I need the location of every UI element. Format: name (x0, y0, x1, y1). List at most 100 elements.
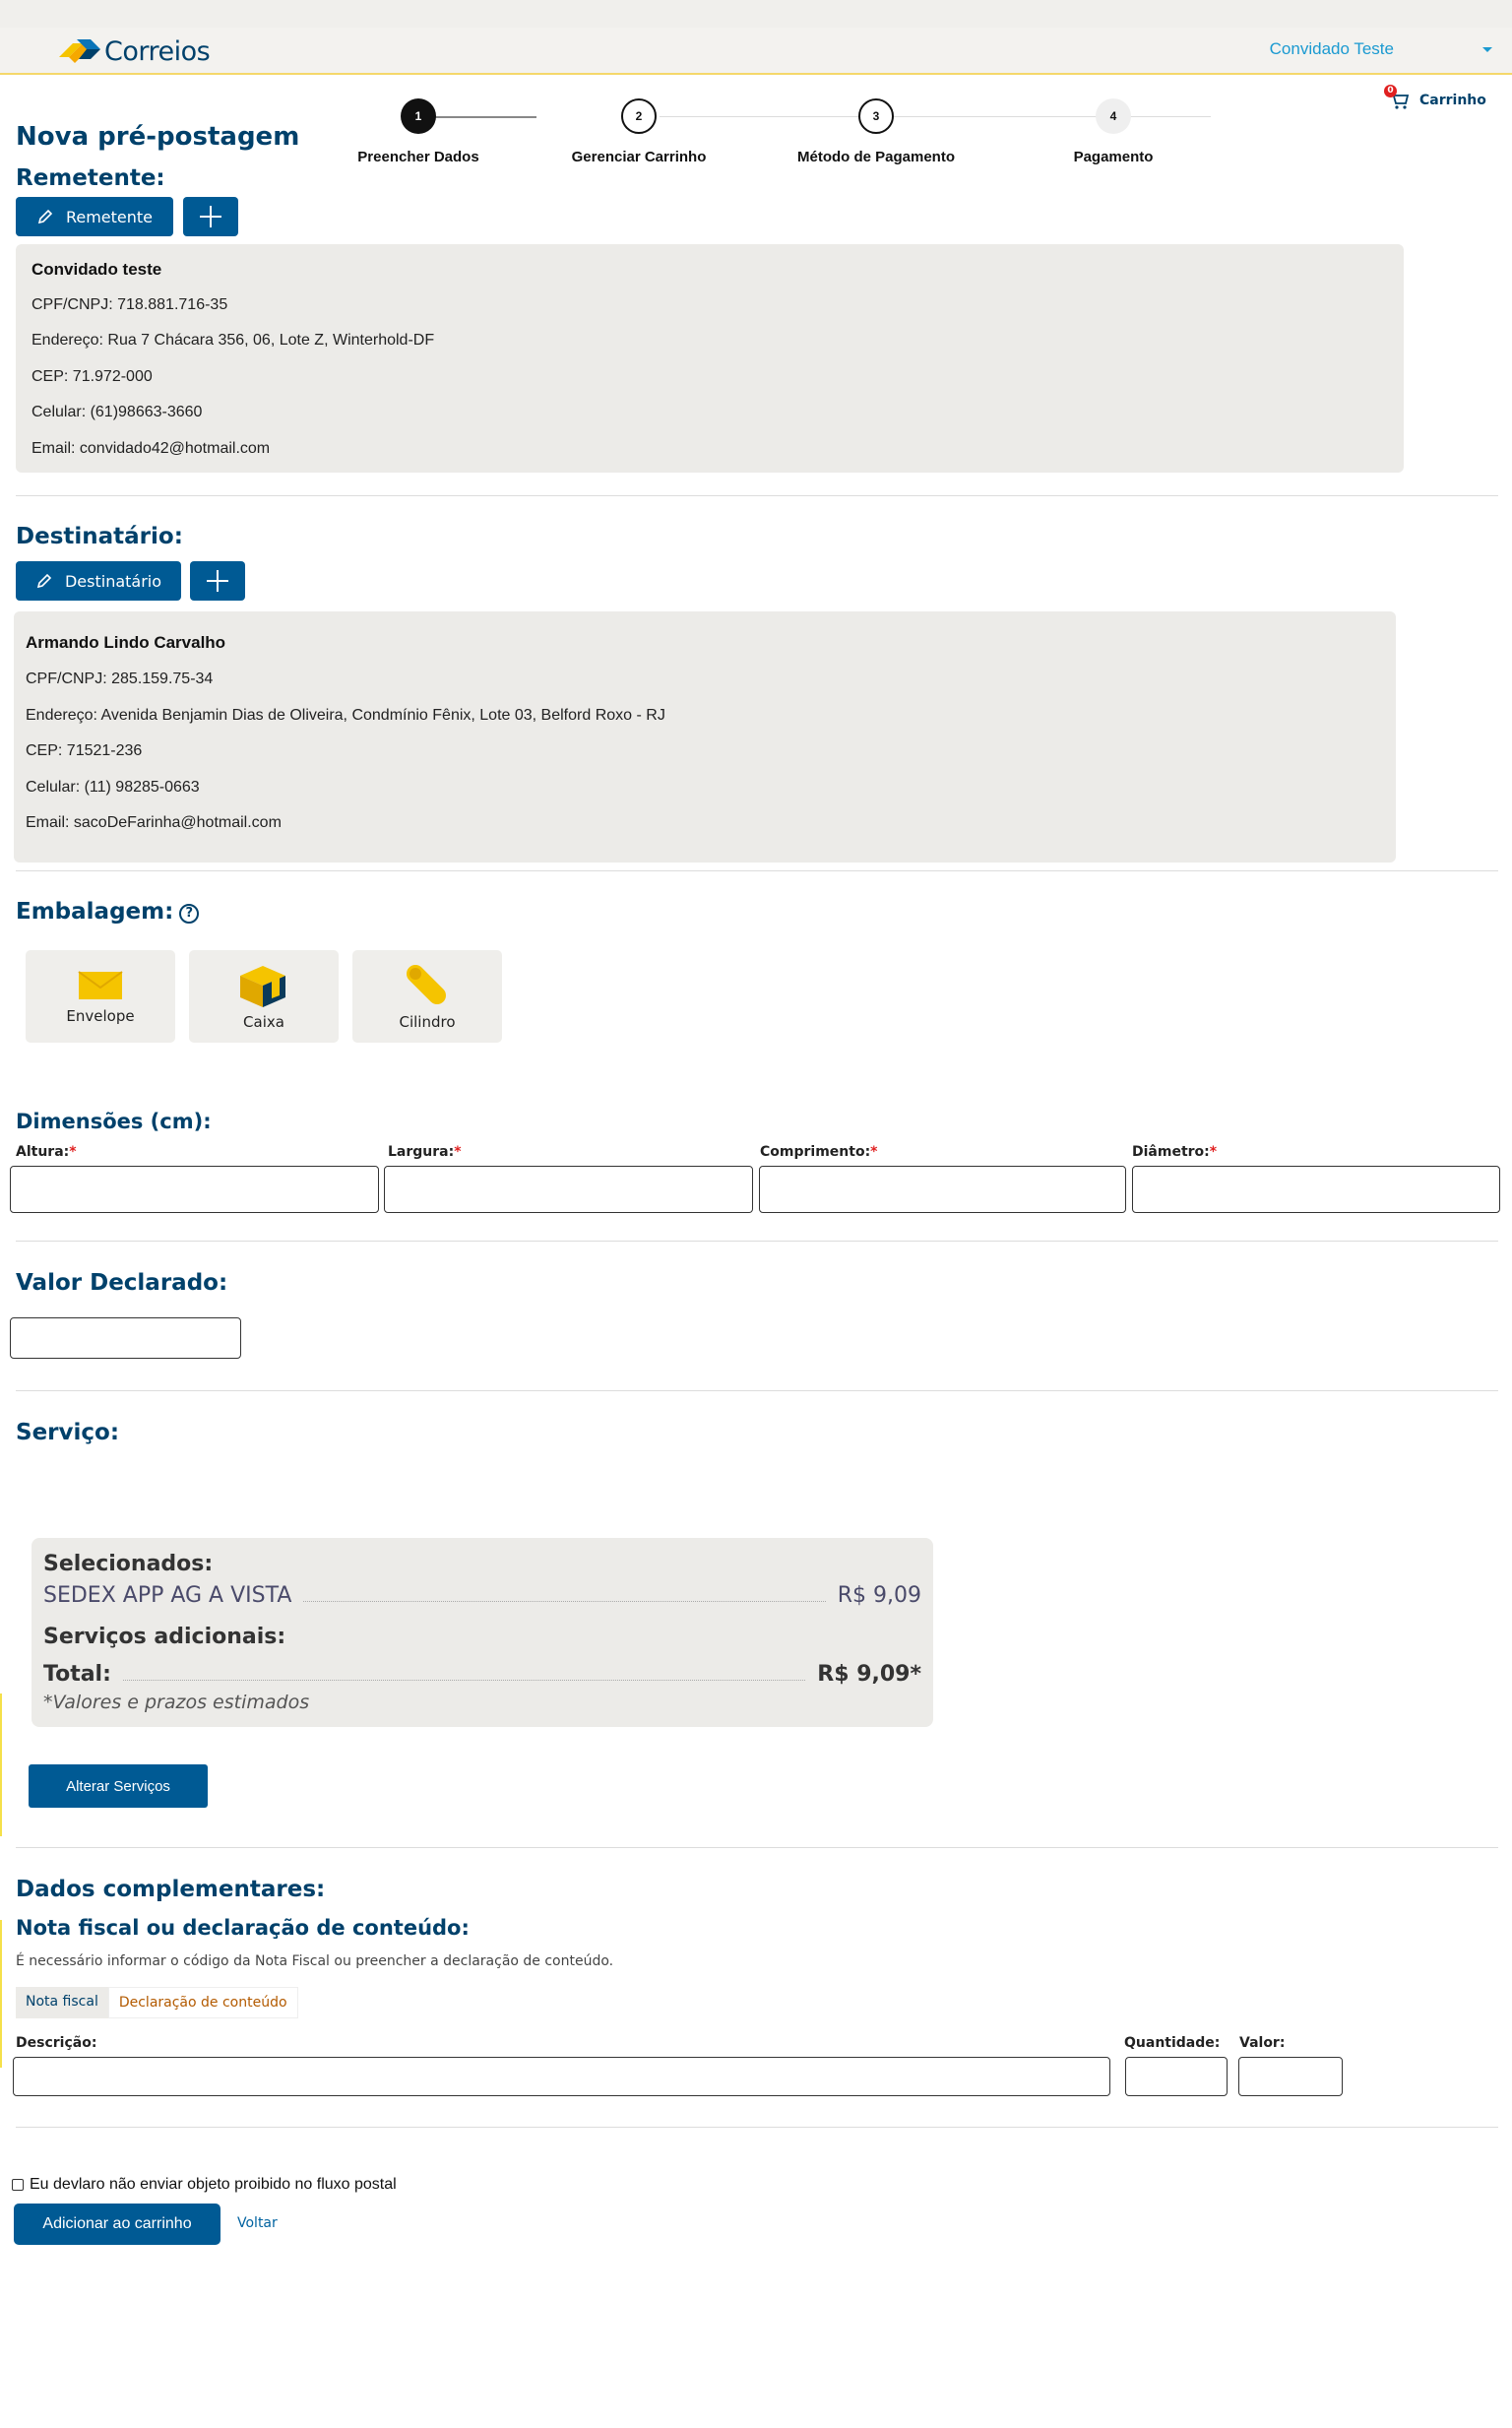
divider (16, 1241, 1498, 1242)
remetente-celular: Celular: (61)98663-3660 (32, 404, 203, 420)
valor-declarado-input[interactable] (10, 1317, 241, 1359)
side-marker (0, 1693, 2, 1836)
side-marker (0, 1920, 2, 2068)
destinatario-name: Armando Lindo Carvalho (26, 633, 226, 652)
total-row: Total: R$ 9,09* (43, 1662, 921, 1687)
add-to-cart-button[interactable]: Adicionar ao carrinho (14, 2204, 220, 2245)
package-envelope[interactable]: Envelope (26, 950, 175, 1043)
label-text: Diâmetro: (1132, 1144, 1210, 1160)
diametro-input[interactable] (1132, 1166, 1500, 1213)
help-icon[interactable]: ? (179, 904, 200, 924)
package-caixa[interactable]: Caixa (189, 950, 339, 1043)
site-header: Correios Convidado Teste (0, 28, 1512, 75)
browser-top-strip (0, 0, 1512, 28)
embalagem-title: Embalagem:? (16, 899, 200, 925)
cart-count-badge: 0 (1384, 85, 1397, 97)
valor-declarado-title: Valor Declarado: (16, 1270, 228, 1296)
label-text: Largura: (388, 1144, 455, 1160)
cart-link[interactable]: 0 Carrinho (1384, 85, 1486, 110)
package-label: Caixa (243, 1013, 284, 1031)
chevron-down-icon (1482, 46, 1492, 52)
declaration-checkbox[interactable] (12, 2179, 24, 2191)
package-cilindro[interactable]: Cilindro (352, 950, 502, 1043)
user-name: Convidado Teste (1269, 39, 1394, 58)
divider (16, 870, 1498, 871)
remetente-name: Convidado teste (32, 260, 162, 279)
step-1[interactable]: 1 Preencher Dados (335, 96, 502, 165)
nota-fiscal-subtitle: Nota fiscal ou declaração de conteúdo: (16, 1916, 470, 1940)
quantidade-label: Quantidade: (1124, 2035, 1221, 2051)
logo-text: Correios (104, 35, 211, 67)
button-label: Destinatário (64, 571, 162, 591)
step-number: 1 (401, 98, 436, 134)
package-label: Envelope (66, 1007, 135, 1025)
quantidade-input[interactable] (1125, 2057, 1228, 2096)
servico-title: Serviço: (16, 1420, 120, 1445)
add-destinatario-button[interactable] (190, 561, 245, 601)
envelope-icon (78, 971, 123, 999)
back-link[interactable]: Voltar (237, 2215, 278, 2231)
plus-icon (200, 206, 221, 227)
comprimento-input[interactable] (759, 1166, 1126, 1213)
edit-destinatario-button[interactable]: Destinatário (16, 561, 181, 601)
box-icon (240, 966, 285, 1007)
remetente-card: Convidado teste CPF/CNPJ: 718.881.716-35… (16, 244, 1404, 473)
divider (16, 495, 1498, 496)
destinatario-endereco: Endereço: Avenida Benjamin Dias de Olive… (26, 707, 665, 724)
destinatario-cep: CEP: 71521-236 (26, 742, 143, 759)
package-label: Cilindro (399, 1013, 456, 1031)
checkbox-label: Eu devlaro não enviar objeto proibido no… (30, 2176, 397, 2193)
destinatario-cpf: CPF/CNPJ: 285.159.75-34 (26, 671, 214, 687)
comprimento-label: Comprimento:* (760, 1144, 878, 1160)
divider (16, 2127, 1498, 2128)
embalagem-title-text: Embalagem: (16, 899, 174, 925)
remetente-endereco: Endereço: Rua 7 Chácara 356, 06, Lote Z,… (32, 332, 435, 349)
change-services-button[interactable]: Alterar Serviços (29, 1764, 208, 1808)
selected-label: Selecionados: (43, 1552, 214, 1576)
cart-label: Carrinho (1419, 93, 1486, 108)
document-tabs: Nota fiscal Declaração de conteúdo (16, 1987, 298, 2018)
remetente-cep: CEP: 71.972-000 (32, 368, 153, 385)
valor-input[interactable] (1238, 2057, 1343, 2096)
dotted-leader (303, 1601, 826, 1602)
tab-nota-fiscal[interactable]: Nota fiscal (16, 1987, 108, 2018)
estimate-note: *Valores e prazos estimados (43, 1692, 310, 1713)
total-label: Total: (43, 1662, 111, 1687)
complementares-title: Dados complementares: (16, 1877, 326, 1902)
destinatario-card: Armando Lindo Carvalho CPF/CNPJ: 285.159… (14, 611, 1396, 863)
dotted-leader (122, 1680, 806, 1681)
step-number: 3 (858, 98, 894, 134)
step-3[interactable]: 3 Método de Pagamento (792, 96, 960, 165)
divider (16, 1390, 1498, 1391)
step-number: 4 (1096, 98, 1131, 134)
label-text: Comprimento: (760, 1144, 871, 1160)
step-4[interactable]: 4 Pagamento (1030, 96, 1197, 165)
step-number: 2 (621, 98, 657, 134)
step-2[interactable]: 2 Gerenciar Carrinho (555, 96, 723, 165)
user-menu[interactable]: Convidado Teste (1270, 39, 1492, 59)
cylinder-icon (407, 965, 446, 1004)
cart-icon: 0 (1384, 85, 1410, 110)
destinatario-celular: Celular: (11) 98285-0663 (26, 779, 200, 796)
info-text: É necessário informar o código da Nota F… (16, 1953, 614, 1969)
descricao-input[interactable] (13, 2057, 1110, 2096)
altura-input[interactable] (10, 1166, 379, 1213)
correios-logo[interactable]: Correios (57, 33, 211, 69)
plus-icon (207, 570, 228, 592)
largura-input[interactable] (384, 1166, 753, 1213)
destinatario-email: Email: sacoDeFarinha@hotmail.com (26, 814, 282, 831)
dimensoes-title: Dimensões (cm): (16, 1110, 212, 1133)
required-mark: * (870, 1144, 878, 1160)
service-row: SEDEX APP AG A VISTA R$ 9,09 (43, 1583, 921, 1608)
valor-label: Valor: (1239, 2035, 1286, 2051)
tab-declaracao[interactable]: Declaração de conteúdo (107, 1987, 298, 2018)
correios-logo-icon (57, 35, 102, 67)
add-remetente-button[interactable] (183, 197, 238, 236)
edit-remetente-button[interactable]: Remetente (16, 197, 173, 236)
declaration-checkbox-row[interactable]: Eu devlaro não enviar objeto proibido no… (12, 2176, 397, 2194)
step-label: Preencher Dados (357, 149, 479, 165)
destinatario-title: Destinatário: (16, 524, 183, 549)
step-label: Pagamento (1073, 149, 1154, 165)
remetente-cpf: CPF/CNPJ: 718.881.716-35 (32, 296, 228, 313)
required-mark: * (1209, 1144, 1218, 1160)
